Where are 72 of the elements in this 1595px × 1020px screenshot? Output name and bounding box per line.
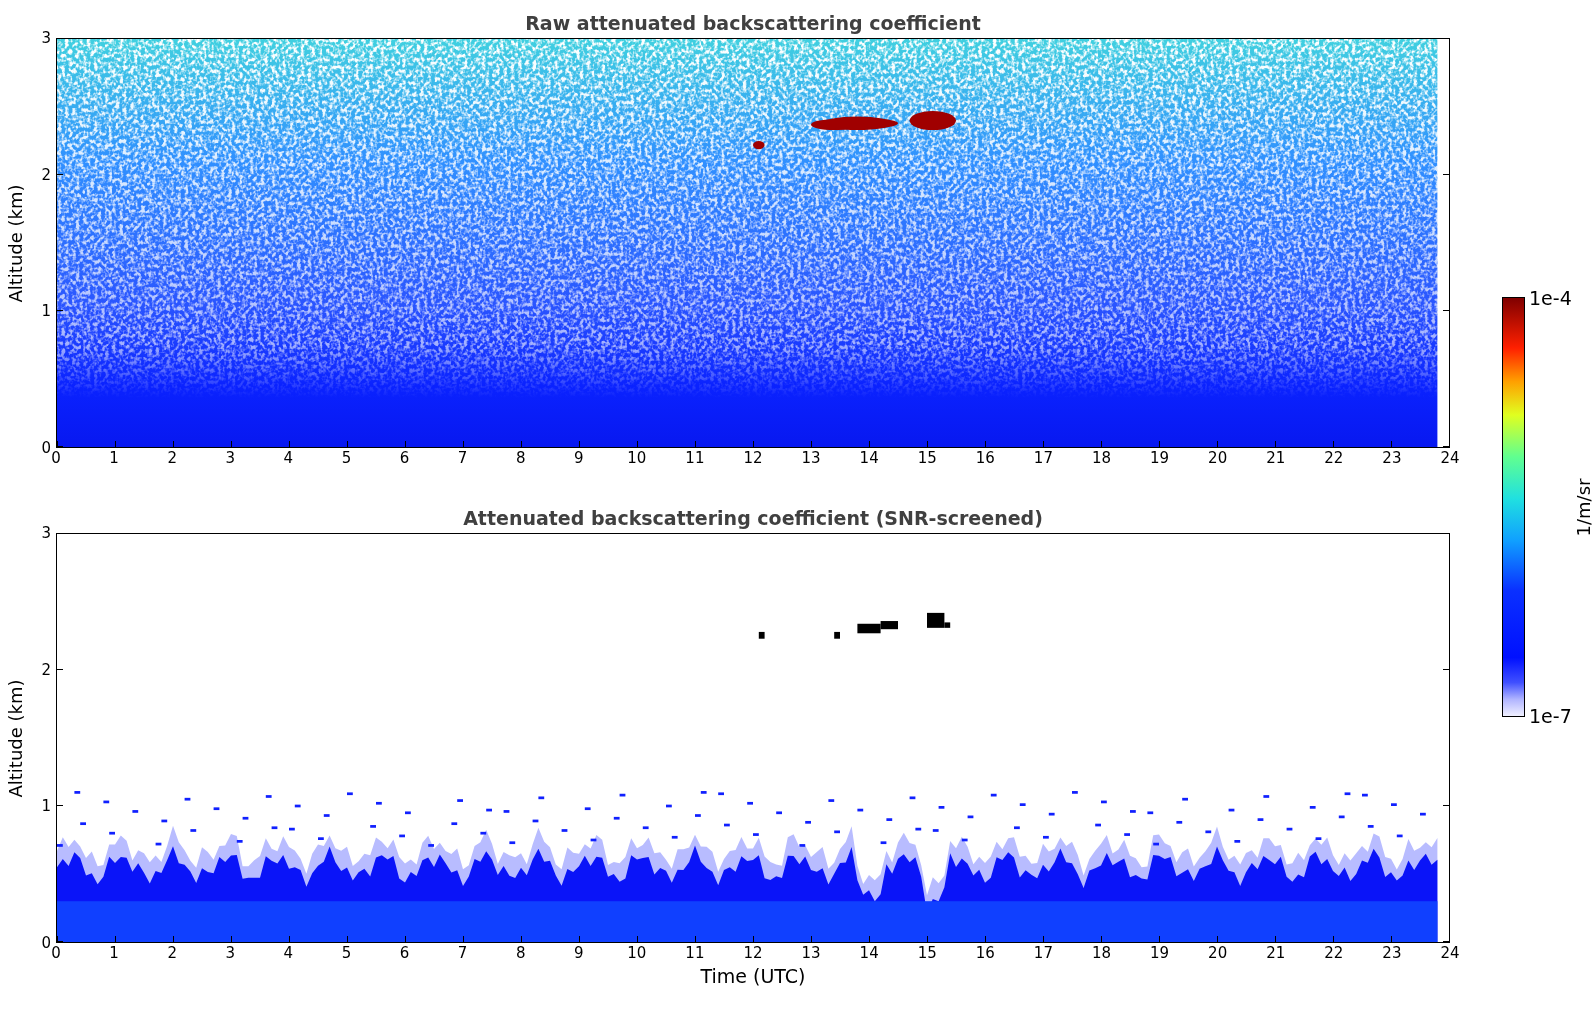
colorbar-label: 1/m/sr bbox=[1573, 478, 1595, 536]
x-tick-label: 0 bbox=[51, 946, 61, 961]
cloud-echo bbox=[753, 141, 765, 150]
y-axis-label: Altitude (km) bbox=[4, 678, 26, 798]
y-tick-label: 3 bbox=[41, 525, 51, 541]
plot-title: Raw attenuated backscattering coefficient bbox=[524, 12, 982, 34]
x-tick-label: 11 bbox=[685, 946, 705, 961]
x-tick-label: 8 bbox=[515, 451, 526, 466]
x-tick-label: 4 bbox=[283, 946, 294, 961]
x-tick-label: 10 bbox=[627, 451, 647, 466]
x-tick-label: 2 bbox=[167, 451, 177, 466]
x-tick-label: 18 bbox=[1091, 451, 1112, 466]
x-tick-label: 8 bbox=[515, 946, 526, 961]
x-tick-label: 12 bbox=[743, 451, 763, 466]
y-tick-label: 2 bbox=[41, 167, 51, 183]
x-tick-label: 15 bbox=[917, 946, 937, 961]
x-tick-label: 16 bbox=[975, 451, 995, 466]
x-tick-label: 10 bbox=[627, 946, 647, 961]
x-tick-label: 13 bbox=[801, 946, 821, 961]
y-tick-label: 1 bbox=[41, 303, 51, 319]
x-tick-label: 1 bbox=[109, 451, 119, 466]
x-tick-label: 13 bbox=[801, 451, 821, 466]
x-tick-label: 5 bbox=[341, 451, 352, 466]
plot-title: Attenuated backscattering coefficient (SNR-screened) bbox=[462, 507, 1044, 529]
x-tick-label: 3 bbox=[225, 946, 235, 961]
x-tick-label: 20 bbox=[1208, 946, 1228, 961]
cloud-echo bbox=[834, 631, 840, 639]
x-tick-label: 14 bbox=[859, 946, 879, 961]
colorbar-tick-label: 1e-4 bbox=[1529, 287, 1569, 309]
x-tick-label: 9 bbox=[574, 451, 584, 466]
x-tick-label: 4 bbox=[283, 451, 294, 466]
x-tick-label: 19 bbox=[1150, 946, 1170, 961]
cloud-echo bbox=[880, 621, 898, 630]
x-axis-label: Time (UTC) bbox=[699, 965, 807, 987]
cloud-echo bbox=[909, 111, 956, 131]
x-tick-label: 12 bbox=[743, 946, 763, 961]
x-tick-label: 5 bbox=[341, 946, 352, 961]
x-tick-label: 7 bbox=[457, 451, 468, 466]
x-tick-label: 11 bbox=[685, 451, 705, 466]
x-tick-label: 23 bbox=[1382, 946, 1402, 961]
x-tick-label: 9 bbox=[574, 946, 584, 961]
cloud-echo bbox=[758, 631, 765, 639]
x-tick-label: 3 bbox=[225, 451, 235, 466]
x-tick-label: 1 bbox=[109, 946, 119, 961]
x-tick-label: 0 bbox=[51, 451, 61, 466]
x-tick-label: 6 bbox=[399, 451, 410, 466]
cloud-echo bbox=[857, 623, 881, 634]
x-tick-label: 23 bbox=[1382, 451, 1402, 466]
x-tick-label: 22 bbox=[1324, 451, 1344, 466]
x-tick-label: 20 bbox=[1208, 451, 1228, 466]
x-tick-label: 21 bbox=[1266, 451, 1286, 466]
y-tick-label: 0 bbox=[41, 935, 51, 951]
x-tick-label: 19 bbox=[1150, 451, 1170, 466]
y-tick-label: 2 bbox=[41, 662, 51, 678]
x-tick-label: 22 bbox=[1324, 946, 1344, 961]
x-tick-label: 7 bbox=[457, 946, 468, 961]
x-tick-label: 2 bbox=[167, 946, 177, 961]
x-tick-label: 6 bbox=[399, 946, 410, 961]
y-axis-label: Altitude (km) bbox=[4, 183, 26, 303]
y-tick-label: 3 bbox=[41, 30, 51, 46]
x-tick-label: 24 bbox=[1440, 451, 1460, 466]
x-tick-label: 14 bbox=[859, 451, 879, 466]
colorbar-tick-label: 1e-7 bbox=[1529, 705, 1569, 727]
x-tick-label: 17 bbox=[1033, 451, 1053, 466]
y-tick-label: 1 bbox=[41, 798, 51, 814]
x-tick-label: 18 bbox=[1091, 946, 1112, 961]
x-tick-label: 24 bbox=[1440, 946, 1460, 961]
x-tick-label: 15 bbox=[917, 451, 937, 466]
x-tick-label: 17 bbox=[1033, 946, 1053, 961]
y-tick-label: 0 bbox=[41, 440, 51, 456]
x-tick-label: 21 bbox=[1266, 946, 1286, 961]
x-tick-label: 16 bbox=[975, 946, 995, 961]
